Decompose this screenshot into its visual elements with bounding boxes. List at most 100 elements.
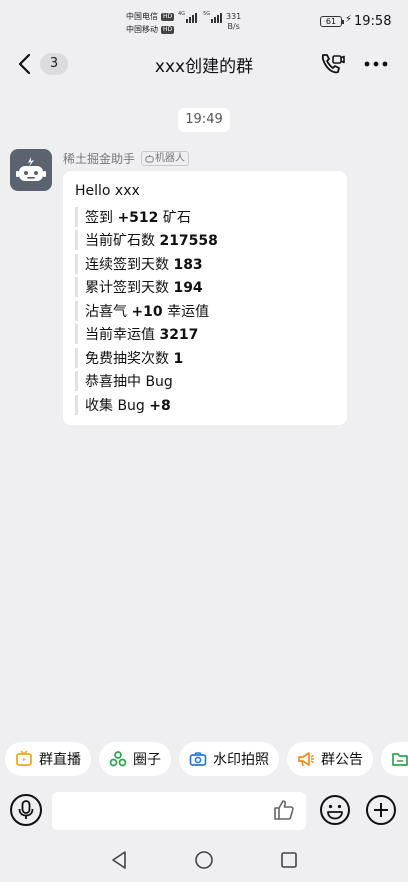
message-line: 免费抽奖次数 1 xyxy=(75,346,335,370)
chip-group-notice[interactable]: 群公告 xyxy=(287,742,373,776)
quote-bar xyxy=(75,300,78,321)
back-arrow-icon[interactable] xyxy=(14,52,38,76)
carrier-info: 中国电信 HD 中国移动 HD xyxy=(126,10,175,36)
message-line-text: 当前幸运值 3217 xyxy=(85,324,198,344)
hd-badge: HD xyxy=(161,12,175,21)
chip-group-live[interactable]: 群直播 xyxy=(5,742,91,776)
bot-tag-label: 机器人 xyxy=(155,153,186,164)
line-prefix: 收集 Bug xyxy=(85,397,150,414)
add-more-icon[interactable] xyxy=(365,794,397,826)
video-call-icon[interactable] xyxy=(318,50,346,78)
carrier-2: 中国移动 xyxy=(126,25,158,34)
message-line-text: 免费抽奖次数 1 xyxy=(85,348,183,368)
chip-group-files[interactable]: 群 xyxy=(381,742,408,776)
live-tv-icon xyxy=(16,750,32,766)
network-type-2: 5G xyxy=(203,11,211,17)
charging-icon: ⚡ xyxy=(345,14,353,25)
message-line-text: 签到 +512 矿石 xyxy=(85,207,191,227)
line-prefix: 当前矿石数 xyxy=(85,233,160,250)
message-line: 当前矿石数 217558 xyxy=(75,229,335,253)
thumbs-up-icon[interactable] xyxy=(272,798,296,822)
chat-header: 3 xxx创建的群 xyxy=(0,44,408,88)
quote-bar xyxy=(75,253,78,274)
line-suffix: 幸运值 xyxy=(162,303,210,320)
quote-bar xyxy=(75,324,78,345)
line-prefix: 当前幸运值 xyxy=(85,327,160,344)
network-speed: 331 B/s xyxy=(226,12,241,32)
line-prefix: 累计签到天数 xyxy=(85,280,174,297)
message-line: 签到 +512 矿石 xyxy=(75,205,335,229)
nav-back-icon[interactable] xyxy=(110,850,128,870)
chip-label: 圈子 xyxy=(133,752,161,768)
greeting-text: Hello xxx xyxy=(75,183,140,199)
chip-label: 群公告 xyxy=(321,752,363,768)
message-input-bar xyxy=(0,784,408,838)
folder-icon xyxy=(392,753,408,766)
speed-unit: B/s xyxy=(227,22,240,31)
quick-action-bar: 群直播 圈子 水印拍照 群公告 群 xyxy=(0,742,408,778)
sender-info: 稀土掘金助手 机器人 xyxy=(63,150,190,167)
signal-icon: 4G 5G xyxy=(178,11,223,23)
message-line-text: 当前矿石数 217558 xyxy=(85,230,218,250)
line-value: +8 xyxy=(149,397,171,414)
speed-value: 331 xyxy=(226,12,242,21)
line-prefix: 签到 xyxy=(85,209,118,226)
quote-bar xyxy=(75,371,78,392)
line-value: 1 xyxy=(173,350,184,367)
line-prefix: 恭喜抽中 Bug xyxy=(85,374,173,391)
quote-bar xyxy=(75,206,78,227)
chip-label: 群直播 xyxy=(39,752,81,768)
network-type-1: 4G xyxy=(178,11,186,17)
status-bar: 中国电信 HD 中国移动 HD 4G 5G 331 B/s 61 ⚡ 19:58 xyxy=(0,0,408,44)
chip-circle[interactable]: 圈子 xyxy=(99,742,171,776)
message-line-text: 累计签到天数 194 xyxy=(85,277,203,297)
message-line: 恭喜抽中 Bug xyxy=(75,370,335,394)
line-suffix: 矿石 xyxy=(158,209,191,226)
emoji-icon[interactable] xyxy=(319,794,351,826)
quote-bar xyxy=(75,347,78,368)
message-line: 连续签到天数 183 xyxy=(75,252,335,276)
chip-watermark-photo[interactable]: 水印拍照 xyxy=(179,742,279,776)
quote-bar xyxy=(75,230,78,251)
nav-recents-icon[interactable] xyxy=(280,851,298,869)
system-navigation-bar xyxy=(0,842,408,882)
line-value: +10 xyxy=(131,303,163,320)
message-line: 收集 Bug +8 xyxy=(75,393,335,417)
line-prefix: 连续签到天数 xyxy=(85,256,174,273)
hd-badge: HD xyxy=(161,25,175,34)
message-line-text: 收集 Bug +8 xyxy=(85,395,171,415)
sender-name: 稀土掘金助手 xyxy=(63,152,136,166)
circle-community-icon xyxy=(109,751,127,767)
nav-home-icon[interactable] xyxy=(194,850,214,870)
unread-count-badge[interactable]: 3 xyxy=(40,53,68,75)
megaphone-icon xyxy=(298,752,314,767)
message-line: 累计签到天数 194 xyxy=(75,276,335,300)
bot-avatar[interactable] xyxy=(10,149,52,191)
quote-bar xyxy=(75,277,78,298)
line-value: 194 xyxy=(173,280,203,297)
quote-bar xyxy=(75,394,78,415)
line-value: 3217 xyxy=(159,327,199,344)
message-line-text: 沾喜气 +10 幸运值 xyxy=(85,301,209,321)
line-value: +512 xyxy=(117,209,159,226)
robot-small-icon xyxy=(145,154,154,163)
bot-tag: 机器人 xyxy=(141,151,190,166)
line-value: 217558 xyxy=(159,233,218,250)
voice-input-button[interactable] xyxy=(10,794,42,826)
chip-label: 水印拍照 xyxy=(213,752,269,768)
microphone-icon xyxy=(18,800,34,819)
message-timestamp: 19:49 xyxy=(178,108,230,132)
message-text-input[interactable] xyxy=(52,792,306,830)
more-options-icon[interactable] xyxy=(362,52,390,76)
status-time: 19:58 xyxy=(354,14,392,29)
message-line-text: 连续签到天数 183 xyxy=(85,254,203,274)
camera-icon xyxy=(189,752,207,766)
message-line-text: 恭喜抽中 Bug xyxy=(85,371,173,391)
battery-icon: 61 xyxy=(320,16,344,27)
line-prefix: 沾喜气 xyxy=(85,303,132,320)
message-line: 当前幸运值 3217 xyxy=(75,323,335,347)
message-bubble[interactable]: Hello xxx 签到 +512 矿石 当前矿石数 217558 连续签到天数 1… xyxy=(63,171,347,425)
line-value: 183 xyxy=(173,256,203,273)
robot-icon xyxy=(16,157,46,181)
message-line: 沾喜气 +10 幸运值 xyxy=(75,299,335,323)
